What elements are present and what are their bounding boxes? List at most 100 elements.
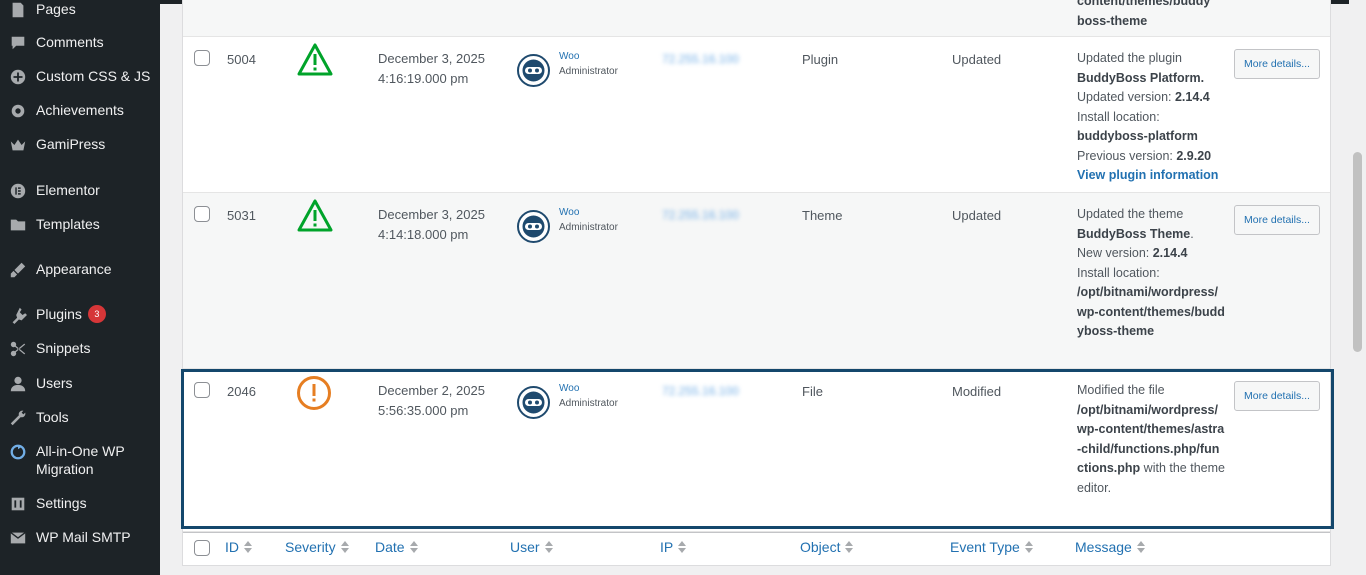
view-plugin-information-link[interactable]: View plugin information	[1077, 168, 1218, 182]
avatar[interactable]	[517, 210, 550, 243]
ip-address[interactable]: 72.255.16.100	[662, 52, 739, 66]
user-icon	[0, 374, 36, 393]
sidebar-item-label: Templates	[36, 216, 100, 232]
column-header-date[interactable]: Date	[375, 539, 418, 555]
warning-severity-icon	[296, 198, 334, 237]
row-checkbox[interactable]	[194, 206, 210, 222]
sidebar-item-label: WP Mail SMTP	[36, 529, 131, 545]
settings-icon	[0, 494, 36, 513]
vertical-scrollbar[interactable]	[1349, 0, 1366, 575]
scrollbar-thumb[interactable]	[1353, 152, 1362, 352]
message-version: 2.14.4	[1152, 246, 1188, 260]
plugin-icon	[0, 305, 36, 324]
sidebar-item-wp-mail-smtp[interactable]: WP Mail SMTP	[0, 528, 160, 547]
avatar[interactable]	[517, 54, 550, 87]
sidebar-item-label: Appearance	[36, 261, 112, 277]
sidebar-item-snippets[interactable]: Snippets	[0, 339, 160, 358]
user-name-link[interactable]: Woo	[559, 50, 618, 63]
event-type: Modified	[952, 384, 1002, 399]
row-checkbox[interactable]	[194, 382, 210, 398]
critical-severity-icon	[296, 375, 332, 414]
sidebar-item-custom-css-js[interactable]: Custom CSS & JS	[0, 67, 160, 86]
sidebar-item-label: Custom CSS & JS	[36, 68, 151, 84]
column-header-id[interactable]: ID	[225, 539, 252, 555]
event-message: Updated the plugin BuddyBoss Platform. U…	[1077, 49, 1225, 186]
table-row: 2046 December 2, 2025 5:56:35.000 pm Woo…	[183, 369, 1330, 532]
sort-icon	[845, 541, 854, 553]
user-name-link[interactable]: Woo	[559, 206, 618, 219]
sidebar-item-label: GamiPress	[36, 136, 106, 152]
sidebar-item-elementor[interactable]: Elementor	[0, 181, 160, 200]
user-name-link[interactable]: Woo	[559, 382, 618, 395]
message-plugin-name: BuddyBoss Platform.	[1077, 70, 1205, 85]
more-details-button[interactable]: More details...	[1234, 49, 1320, 79]
column-header-ip[interactable]: IP	[660, 539, 687, 555]
sidebar-item-label: Tools	[36, 409, 69, 425]
sidebar-item-label: Snippets	[36, 340, 91, 356]
column-header-event-type[interactable]: Event Type	[950, 539, 1033, 555]
event-id: 5004	[227, 52, 256, 67]
ip-address[interactable]: 72.255.16.100	[662, 384, 739, 398]
warning-severity-icon	[296, 42, 334, 81]
brush-icon	[0, 260, 36, 279]
sidebar-item-label: All-in-One WP Migration	[36, 443, 125, 477]
ip-address[interactable]: 72.255.16.100	[662, 208, 739, 222]
message-version: 2.14.4	[1174, 90, 1210, 104]
column-label: IP	[660, 539, 674, 555]
sidebar-item-all-in-one-wp-migration[interactable]: All-in-One WP Migration	[0, 442, 160, 478]
sidebar-item-label: Elementor	[36, 182, 100, 198]
sidebar-item-users[interactable]: Users	[0, 374, 160, 393]
migration-icon	[0, 442, 36, 461]
column-label: User	[510, 539, 540, 555]
column-header-severity[interactable]: Severity	[285, 539, 349, 555]
column-label: Object	[800, 539, 841, 555]
user-role: Administrator	[559, 222, 618, 233]
row-checkbox[interactable]	[194, 50, 210, 66]
date-line: December 3, 2025	[378, 51, 485, 66]
column-header-message[interactable]: Message	[1075, 539, 1145, 555]
sidebar-item-templates[interactable]: Templates	[0, 215, 160, 234]
event-object: Plugin	[802, 52, 839, 67]
sidebar-item-achievements[interactable]: Achievements	[0, 101, 160, 120]
sidebar-item-plugins[interactable]: Plugins 3	[0, 305, 160, 324]
message-label: Updated version:	[1077, 90, 1175, 104]
elementor-icon	[0, 181, 36, 200]
sidebar-item-appearance[interactable]: Appearance	[0, 260, 160, 279]
sidebar-item-tools[interactable]: Tools	[0, 408, 160, 427]
sort-icon	[678, 541, 687, 553]
plugins-update-badge: 3	[87, 305, 106, 323]
table-footer-header: ID Severity Date User IP Object Event Ty…	[183, 532, 1330, 564]
folder-icon	[0, 215, 36, 234]
sort-icon	[544, 541, 553, 553]
event-object: Theme	[802, 208, 843, 223]
table-row: 5004 December 3, 2025 4:16:19.000 pm Woo…	[183, 37, 1330, 193]
select-all-checkbox[interactable]	[194, 540, 210, 556]
sidebar-item-comments[interactable]: Comments	[0, 33, 160, 52]
message-line: Updated the plugin	[1077, 51, 1182, 65]
event-date: December 3, 2025 4:14:18.000 pm	[378, 205, 485, 245]
time-line: 4:14:18.000 pm	[378, 227, 469, 242]
message-tail-line: content/themes/buddy	[1077, 0, 1211, 8]
event-object: File	[802, 384, 823, 399]
more-details-button[interactable]: More details...	[1234, 381, 1320, 411]
date-line: December 2, 2025	[378, 383, 485, 398]
sidebar-item-pages[interactable]: Pages	[0, 0, 160, 19]
avatar[interactable]	[517, 386, 550, 419]
table-row-partial: content/themes/buddy boss-theme	[183, 0, 1330, 37]
sidebar-item-settings[interactable]: Settings	[0, 494, 160, 513]
date-line: December 3, 2025	[378, 207, 485, 222]
message-line: Install location:	[1077, 265, 1160, 280]
sidebar-item-gamipress[interactable]: GamiPress	[0, 135, 160, 154]
plus-circle-icon	[0, 67, 36, 86]
column-label: Date	[375, 539, 405, 555]
message-line: Updated the theme	[1077, 207, 1184, 221]
more-details-button[interactable]: More details...	[1234, 205, 1320, 235]
sidebar-item-label: Achievements	[36, 102, 124, 118]
message-install-location: buddyboss-platform	[1077, 129, 1198, 143]
column-header-user[interactable]: User	[510, 539, 553, 555]
scissors-icon	[0, 339, 36, 358]
comments-icon	[0, 33, 36, 52]
event-message: Modified the file /opt/bitnami/wordpress…	[1077, 381, 1225, 498]
column-header-object[interactable]: Object	[800, 539, 854, 555]
time-line: 4:16:19.000 pm	[378, 71, 469, 86]
